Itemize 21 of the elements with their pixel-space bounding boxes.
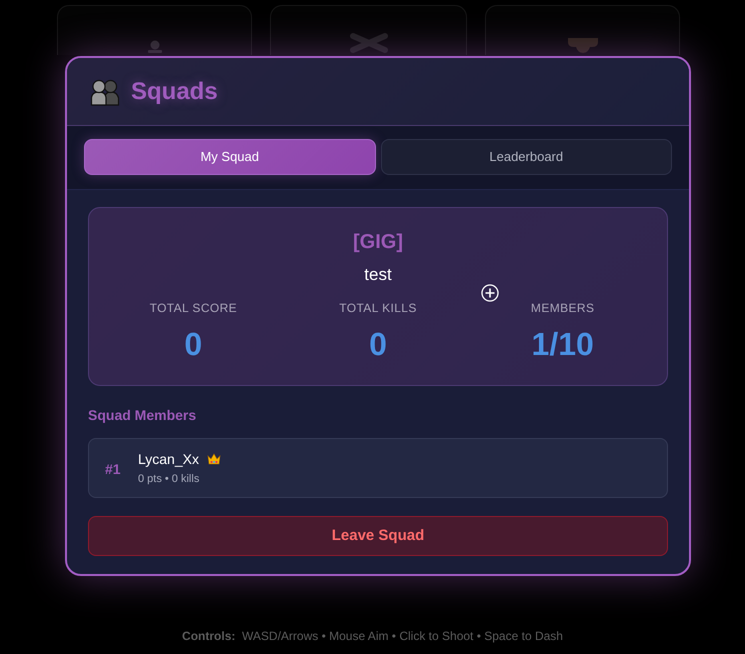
- stat-value: 1/10: [532, 325, 594, 364]
- member-rank: #1: [105, 460, 122, 479]
- stat-label: MEMBERS: [530, 300, 594, 317]
- squad-tag: [GIG]: [353, 228, 403, 256]
- people-icon: [90, 78, 120, 106]
- stat-value: 0: [369, 325, 387, 364]
- stat-value: 0: [184, 325, 202, 364]
- member-name: Lycan_Xx: [138, 450, 199, 469]
- leave-squad-button[interactable]: Leave Squad: [88, 516, 668, 556]
- squad-name: test: [364, 264, 392, 286]
- stat-label: TOTAL SCORE: [150, 300, 238, 317]
- plus-circle-icon[interactable]: [481, 284, 499, 302]
- tab[interactable]: My Squad: [84, 139, 376, 175]
- member-stats: 0 pts • 0 kills: [138, 472, 200, 487]
- person-icon: [146, 40, 162, 53]
- tab[interactable]: Leaderboard: [380, 139, 672, 175]
- trophy-icon: [566, 37, 598, 53]
- modal-title: Squads: [131, 76, 218, 106]
- stat-label: TOTAL KILLS: [339, 300, 417, 317]
- controls-hint: Controls: WASD/Arrows • Mouse Aim • Click to Shoot • Space to Dash: [182, 629, 563, 643]
- section-heading: Squad Members: [88, 406, 196, 425]
